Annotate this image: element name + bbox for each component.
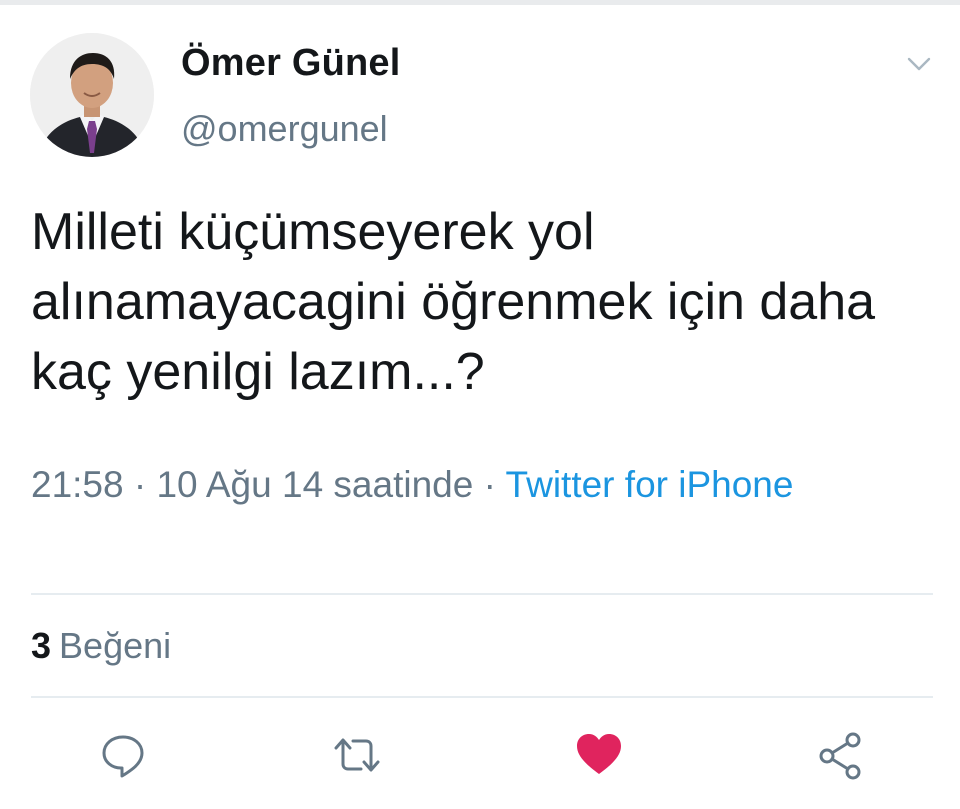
chevron-down-icon [907,57,931,71]
tweet-time[interactable]: 21:58 [31,464,124,505]
top-border [0,0,960,5]
divider [31,593,933,595]
avatar-photo [30,33,154,157]
retweet-button[interactable] [332,730,382,780]
share-button[interactable] [815,730,865,780]
retweet-icon [334,738,380,772]
author-name[interactable]: Ömer Günel [181,42,401,85]
meta-separator: · [123,464,157,505]
meta-separator: · [473,464,506,505]
tweet-menu-button[interactable] [903,50,935,78]
reply-icon [102,735,144,778]
reply-button[interactable] [98,730,148,780]
avatar[interactable] [30,33,154,157]
likes-count: 3 [31,625,52,666]
author-handle[interactable]: @omergunel [181,108,388,150]
likes-label: Beğeni [59,625,172,666]
tweet-date[interactable]: 10 Ağu 14 saatinde [156,464,473,505]
share-icon [819,732,861,780]
heart-icon [577,734,621,774]
like-button[interactable] [574,730,624,780]
divider [31,696,933,698]
tweet-text: Milleti küçümseyerek yol alınamayacagini… [31,203,876,401]
likes-stat[interactable]: 3 Beğeni [31,625,171,667]
tweet-metadata: 21:58 · 10 Ağu 14 saatinde · Twitter for… [31,456,931,513]
tweet-source-link[interactable]: Twitter for iPhone [506,464,794,505]
